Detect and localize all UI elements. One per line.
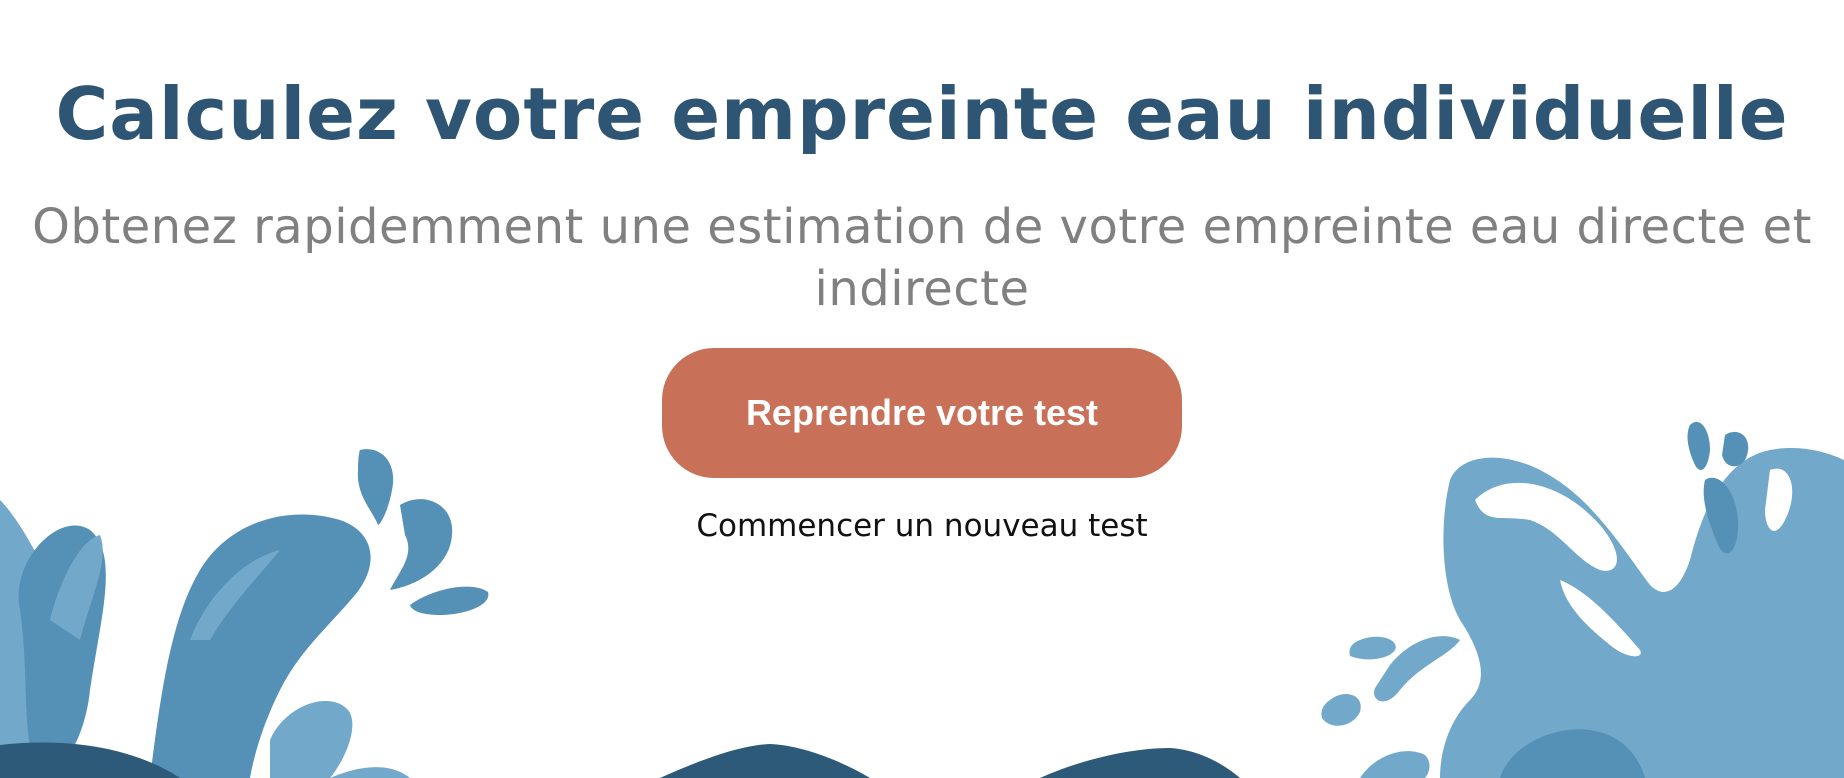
left-splash-drop-3 [410,586,489,615]
resume-test-button[interactable]: Reprendre votre test [662,348,1182,478]
page-title: Calculez votre empreinte eau individuell… [55,72,1789,156]
left-splash-corner [330,767,410,778]
right-splash-small-ring [1321,693,1361,726]
dark-wave-center [660,744,870,778]
left-splash-low-blob [270,701,353,778]
start-new-test-link[interactable]: Commencer un nouveau test [696,506,1147,546]
page-subtitle: Obtenez rapidemment une estimation de vo… [32,199,1812,317]
right-splash-left-drop [1349,636,1396,660]
hero-section: Calculez votre empreinte eau individuell… [0,0,1844,546]
dark-wave-right [1040,748,1240,778]
right-splash-bottom-drop [1360,751,1430,778]
